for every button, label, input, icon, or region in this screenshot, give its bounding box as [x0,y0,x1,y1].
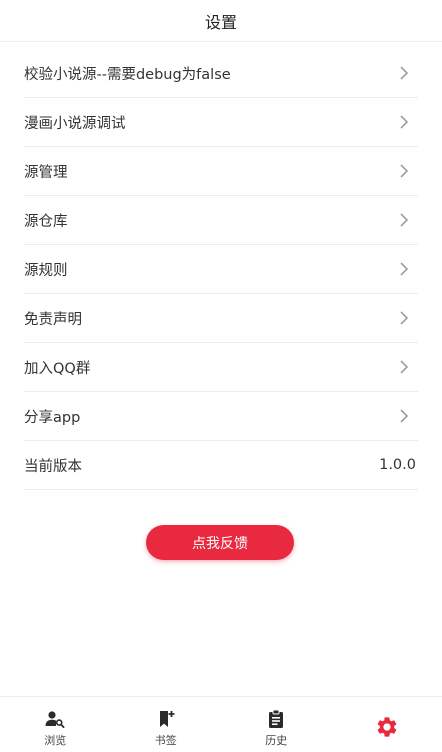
settings-item-source-rules[interactable]: 源规则 [24,245,418,294]
page-title: 设置 [204,12,237,32]
settings-item-current-version: 当前版本 1.0.0 [24,441,418,490]
settings-item-label: 分享app [24,409,81,426]
settings-screen: 设置 校验小说源--需要debug为false 漫画小说源调试 源管理 源仓库 … [0,0,442,752]
chevron-right-icon [400,311,409,325]
nav-item-bookmarks[interactable]: 书签 [111,697,222,752]
nav-label: 浏览 [44,734,67,747]
settings-item-label: 源管理 [24,164,68,181]
chevron-right-icon [400,115,409,129]
person-search-icon [45,711,65,728]
bookmark-add-icon [159,711,175,727]
settings-item-share-app[interactable]: 分享app [24,392,418,441]
feedback-button[interactable]: 点我反馈 [146,525,294,560]
settings-gear-icon [377,717,397,737]
settings-item-label: 校验小说源--需要debug为false [24,66,231,83]
nav-item-settings[interactable] [332,697,442,752]
nav-label: 书签 [154,734,177,747]
settings-item-verify-source[interactable]: 校验小说源--需要debug为false [24,49,418,98]
chevron-right-icon [400,360,409,374]
settings-item-label: 免责声明 [24,311,82,328]
settings-item-label: 当前版本 [24,458,82,475]
chevron-right-icon [400,164,409,178]
settings-item-label: 加入QQ群 [24,360,91,377]
nav-label: 历史 [265,734,288,747]
settings-item-comic-debug[interactable]: 漫画小说源调试 [24,98,418,147]
chevron-right-icon [400,262,409,276]
settings-item-disclaimer[interactable]: 免责声明 [24,294,418,343]
app-bar: 设置 [0,0,442,42]
nav-item-browse[interactable]: 浏览 [0,697,111,752]
settings-item-join-qq-group[interactable]: 加入QQ群 [24,343,418,392]
version-value: 1.0.0 [379,457,416,473]
settings-item-source-management[interactable]: 源管理 [24,147,418,196]
settings-list: 校验小说源--需要debug为false 漫画小说源调试 源管理 源仓库 源规则… [24,49,418,490]
settings-item-label: 漫画小说源调试 [24,115,126,132]
settings-item-label: 源仓库 [24,213,68,230]
chevron-right-icon [400,213,409,227]
settings-item-label: 源规则 [24,262,68,279]
settings-item-source-repository[interactable]: 源仓库 [24,196,418,245]
bottom-nav: 浏览 书签 历史 [0,696,442,752]
nav-item-history[interactable]: 历史 [221,697,332,752]
clipboard-icon [269,709,284,728]
chevron-right-icon [400,409,409,423]
chevron-right-icon [400,66,409,80]
